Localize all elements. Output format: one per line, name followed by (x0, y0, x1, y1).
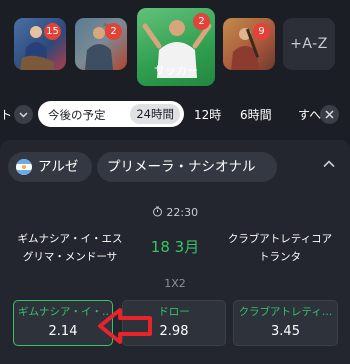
sport-tile-1[interactable]: 15 (14, 18, 66, 70)
kickoff-time: 22:30 (0, 206, 350, 219)
event-count-badge: 2 (105, 23, 122, 40)
event-count-badge: 9 (253, 23, 270, 40)
event-count-badge: 2 (193, 13, 210, 30)
argentina-flag-icon (16, 159, 32, 175)
filter-6h[interactable]: 6時間 (240, 106, 272, 123)
chevron-up-icon[interactable] (322, 157, 336, 171)
filter-24h-selected[interactable]: 24時間 (130, 104, 180, 124)
sport-tile-soccer[interactable]: 2 サッカー (137, 8, 215, 86)
country-label: アルゼ (38, 159, 79, 175)
home-team-line2: グリマ・メンドーサ (22, 251, 118, 263)
sport-label: サッカー (154, 64, 198, 77)
match-card: アルゼ プリメーラ・ナシオナル 22:30 ギムナシア・イ・エス グリマ・メンド… (0, 140, 350, 364)
chevron-down-icon[interactable] (14, 105, 33, 124)
odds-label: クラブアトレティ… (238, 306, 333, 318)
upcoming-filter-chip[interactable]: 今後の予定 24時間 (38, 101, 184, 127)
home-team-line1: ギムナシア・イ・エス (17, 233, 123, 245)
filter-12h[interactable]: 12時 (194, 106, 221, 123)
close-icon[interactable] (320, 105, 339, 124)
sport-tile-2[interactable]: 2 (75, 18, 127, 70)
league-chip[interactable]: プリメーラ・ナシオナル (97, 152, 277, 182)
market-type: 1X2 (164, 277, 186, 290)
kickoff-time-label: 22:30 (166, 206, 199, 219)
odds-value: 3.45 (271, 324, 300, 339)
country-chip[interactable]: アルゼ (8, 152, 92, 182)
filter-all-truncated[interactable]: すへ (298, 106, 321, 123)
odds-label: ギムナシア・イ・… (18, 306, 108, 318)
away-team-line1: クラブアトレティコア (227, 233, 333, 245)
odds-button-away[interactable]: クラブアトレティ… 3.45 (233, 300, 338, 346)
sports-carousel: 15 2 2 サッカー 9 +A-Z (0, 0, 350, 86)
upcoming-label: 今後の予定 (48, 108, 106, 122)
stopwatch-icon (152, 206, 162, 217)
filter-chip-truncated[interactable]: ト (0, 106, 12, 123)
sport-tile-4[interactable]: 9 (223, 18, 275, 70)
match-date: 18 3月 (150, 238, 200, 256)
annotation-arrow-icon (98, 308, 152, 344)
time-filter-bar: ト 今後の予定 24時間 12時 6時間 すへ (0, 98, 350, 132)
home-team[interactable]: ギムナシア・イ・エス グリマ・メンドーサ (14, 230, 126, 266)
all-sports-az-button[interactable]: +A-Z (283, 18, 335, 70)
event-count-badge: 15 (44, 23, 61, 40)
league-label: プリメーラ・ナシオナル (107, 159, 256, 175)
away-team-line2: トランタ (259, 251, 301, 263)
away-team[interactable]: クラブアトレティコア トランタ (224, 230, 336, 266)
